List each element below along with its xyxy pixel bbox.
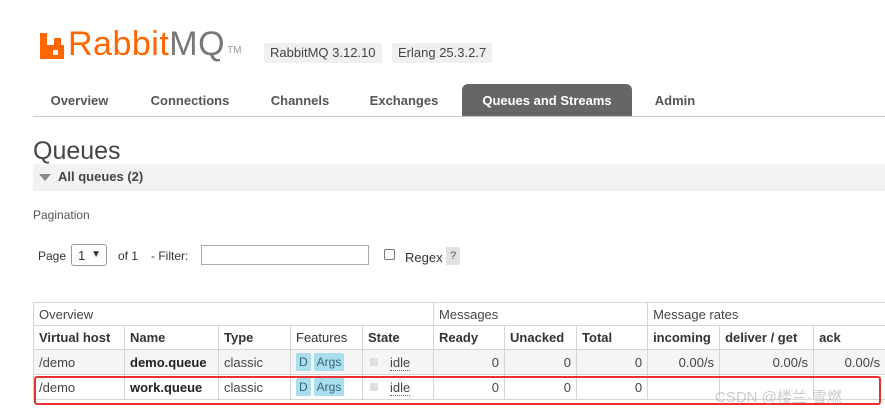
logo-mq-text: MQ [169,25,226,63]
section-label: All queues (2) [58,169,144,184]
column-header-total[interactable]: Total [576,325,649,350]
column-header-deliver-get[interactable]: deliver / get [719,325,815,350]
logo-text: RabbitMQ [68,24,225,64]
rabbit-logo-icon [40,33,64,59]
cell-total: 0 [576,374,649,400]
cell-type: classic [218,374,291,400]
cell-queue-name: demo.queue [124,349,219,375]
cell-ready: 0 [433,349,506,375]
tab-overview[interactable]: Overview [33,84,126,116]
state-text: idle [390,379,411,396]
table-group-header-row: Overview Messages Message rates [32,302,885,326]
group-header-message-rates: Message rates [647,302,885,326]
regex-label: Regex [405,250,443,265]
group-header-messages: Messages [433,302,649,326]
rabbitmq-logo[interactable]: RabbitMQ TM [40,24,242,64]
cell-features: D Args [290,349,363,375]
tab-connections[interactable]: Connections [133,84,247,116]
logo-trademark: TM [227,45,242,56]
cell-deliver-get: 0.00/s [719,349,815,375]
column-header-ready[interactable]: Ready [433,325,506,350]
cell-incoming [647,374,721,400]
erlang-version-badge: Erlang 25.3.2.7 [392,43,493,63]
feature-args-badge: Args [313,378,345,396]
feature-args-badge: Args [313,353,345,371]
column-header-features: Features [290,325,363,350]
cell-virtual-host: /demo [33,374,125,400]
logo-rabbit-text: Rabbit [68,25,170,63]
filter-label: - Filter: [151,249,189,263]
queue-name-link[interactable]: demo.queue [130,355,207,370]
pagination-label: Pagination [33,208,90,222]
cell-total: 0 [576,349,649,375]
regex-checkbox[interactable] [384,249,395,260]
column-header-ack[interactable]: ack [813,325,885,350]
cell-features: D Args [290,374,363,400]
column-header-state[interactable]: State [361,325,435,350]
page-label: Page [38,249,67,263]
feature-durable-badge: D [296,378,311,396]
table-row: /demo demo.queue classic D Args idle 0 0 … [33,349,885,375]
column-header-type[interactable]: Type [218,325,291,350]
all-queues-section-toggle[interactable]: All queues (2) [33,164,885,191]
main-nav: Overview Connections Channels Exchanges … [33,84,885,117]
group-header-overview: Overview [32,302,435,326]
tab-channels[interactable]: Channels [255,84,345,116]
cell-virtual-host: /demo [33,349,125,375]
cell-queue-name: work.queue [124,374,219,400]
chevron-down-icon: ▼ [91,249,101,260]
page-title: Queues [33,137,121,165]
collapse-triangle-icon [39,174,51,181]
cell-ready: 0 [433,374,506,400]
watermark: CSDN @楼兰·雪燃 [715,389,842,406]
page-select-value: 1 [78,248,86,263]
table-header-row: Virtual host Name Type Features State Re… [33,325,885,350]
column-header-unacked[interactable]: Unacked [504,325,578,350]
cell-incoming: 0.00/s [647,349,721,375]
state-indicator-icon [370,357,378,366]
page-select[interactable]: 1 ▼ [71,244,107,266]
cell-state: idle [361,349,435,375]
column-header-name[interactable]: Name [124,325,219,350]
queue-name-link[interactable]: work.queue [130,380,202,395]
rabbitmq-version-badge: RabbitMQ 3.12.10 [264,43,382,63]
tab-exchanges[interactable]: Exchanges [353,84,455,116]
cell-type: classic [218,349,291,375]
page-count-label: of 1 [118,249,139,263]
tab-admin[interactable]: Admin [639,84,711,116]
cell-unacked: 0 [504,374,578,400]
column-header-virtual-host[interactable]: Virtual host [33,325,125,350]
column-header-incoming[interactable]: incoming [647,325,721,350]
tab-queues-and-streams[interactable]: Queues and Streams [462,84,632,116]
cell-unacked: 0 [504,349,578,375]
cell-ack: 0.00/s [813,349,885,375]
feature-durable-badge: D [296,353,311,371]
state-text: idle [390,354,411,371]
cell-state: idle [361,374,435,400]
filter-input[interactable] [201,245,369,265]
state-indicator-icon [370,382,378,391]
regex-help-button[interactable]: ? [446,247,460,265]
